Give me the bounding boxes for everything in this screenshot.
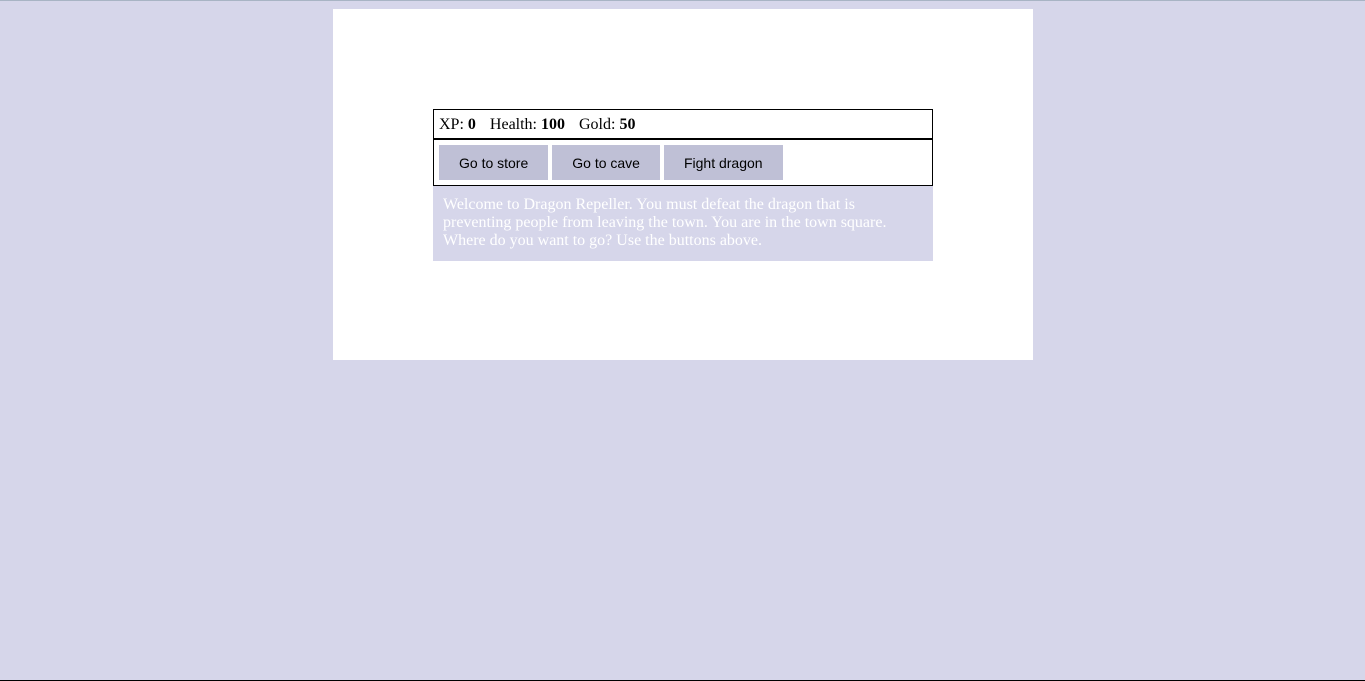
story-text: Welcome to Dragon Repeller. You must def… [433, 186, 933, 261]
xp-stat: XP: 0 [439, 116, 476, 133]
gold-value: 50 [619, 116, 636, 133]
gold-label: Gold: [579, 116, 616, 133]
game-page: XP: 0 Health: 100 Gold: 50 Go to store G… [333, 9, 1033, 360]
game-container: XP: 0 Health: 100 Gold: 50 Go to store G… [433, 109, 933, 261]
health-value: 100 [541, 116, 565, 133]
go-to-cave-button[interactable]: Go to cave [552, 145, 660, 180]
go-to-store-button[interactable]: Go to store [439, 145, 549, 180]
xp-value: 0 [467, 116, 476, 133]
fight-dragon-button[interactable]: Fight dragon [663, 145, 783, 180]
controls-bar: Go to store Go to cave Fight dragon [433, 139, 933, 186]
xp-label: XP: [439, 116, 464, 133]
gold-stat: Gold: 50 [579, 116, 635, 133]
health-stat: Health: 100 [490, 116, 565, 133]
stats-bar: XP: 0 Health: 100 Gold: 50 [433, 109, 933, 139]
health-label: Health: [489, 116, 537, 133]
